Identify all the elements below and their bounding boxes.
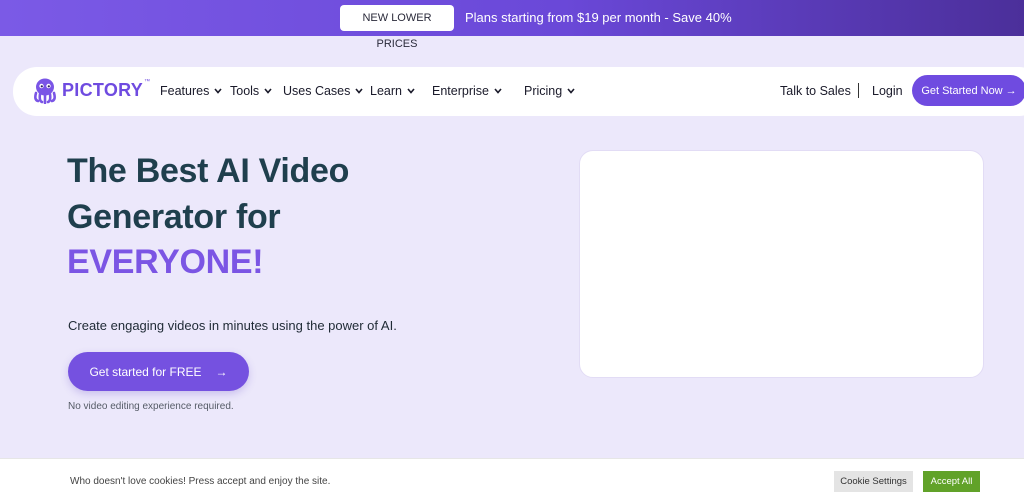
nav-item-label: Learn	[370, 84, 402, 98]
nav-item-label: Tools	[230, 84, 260, 98]
nav-item-tools[interactable]: Tools	[230, 84, 272, 98]
nav-item-label: Features	[160, 84, 210, 98]
nav-item-features[interactable]: Features	[160, 84, 222, 98]
chevron-down-icon	[214, 88, 222, 94]
cookie-settings-button[interactable]: Cookie Settings	[834, 471, 913, 492]
chevron-down-icon	[264, 88, 272, 94]
login-link[interactable]: Login	[872, 84, 903, 98]
cookie-banner: Who doesn't love cookies! Press accept a…	[0, 458, 1024, 504]
logo[interactable]: PICTORY ™	[31, 76, 150, 104]
nav-item-use-cases[interactable]: Uses Cases	[283, 84, 363, 98]
hero-title-accent: EVERYONE!	[67, 243, 264, 281]
nav-item-label: Pricing	[524, 84, 563, 98]
hero-subtitle: Create engaging videos in minutes using …	[68, 318, 397, 333]
promo-text[interactable]: Plans starting from $19 per month - Save…	[465, 10, 732, 25]
chevron-down-icon	[567, 88, 575, 94]
video-player-area[interactable]	[579, 150, 984, 378]
cta-label: Get started for FREE	[89, 364, 202, 379]
promo-banner: NEW LOWER PRICES Plans starting from $19…	[0, 0, 1024, 50]
chevron-down-icon	[407, 88, 415, 94]
nav-item-label: Uses Cases	[283, 84, 351, 98]
get-started-free-button[interactable]: Get started for FREE →	[68, 352, 249, 391]
octopus-logo-icon	[34, 78, 56, 104]
nav-item-pricing[interactable]: Pricing	[524, 84, 575, 98]
nav-divider	[858, 83, 859, 98]
main-nav: PICTORY ™ Features Tools Uses Cases Lear…	[13, 67, 1024, 116]
talk-to-sales-link[interactable]: Talk to Sales	[780, 84, 851, 98]
accept-all-button[interactable]: Accept All	[923, 471, 980, 492]
nav-item-learn[interactable]: Learn	[370, 84, 415, 98]
nav-item-enterprise[interactable]: Enterprise	[432, 84, 502, 98]
hero-title-line-1: The Best AI Video	[67, 152, 350, 190]
get-started-now-button[interactable]: Get Started Now →	[912, 75, 1024, 106]
nav-item-label: Enterprise	[432, 84, 489, 98]
chevron-down-icon	[355, 88, 363, 94]
logo-trademark: ™	[144, 79, 151, 85]
chevron-down-icon	[494, 88, 502, 94]
hero-note: No video editing experience required.	[68, 401, 234, 412]
promo-badge[interactable]: NEW LOWER PRICES	[340, 5, 454, 50]
logo-text: PICTORY	[62, 79, 144, 100]
hero-title-line-2: Generator for	[67, 198, 281, 236]
arrow-right-icon: →	[215, 364, 228, 379]
cookie-message: Who doesn't love cookies! Press accept a…	[70, 476, 331, 487]
